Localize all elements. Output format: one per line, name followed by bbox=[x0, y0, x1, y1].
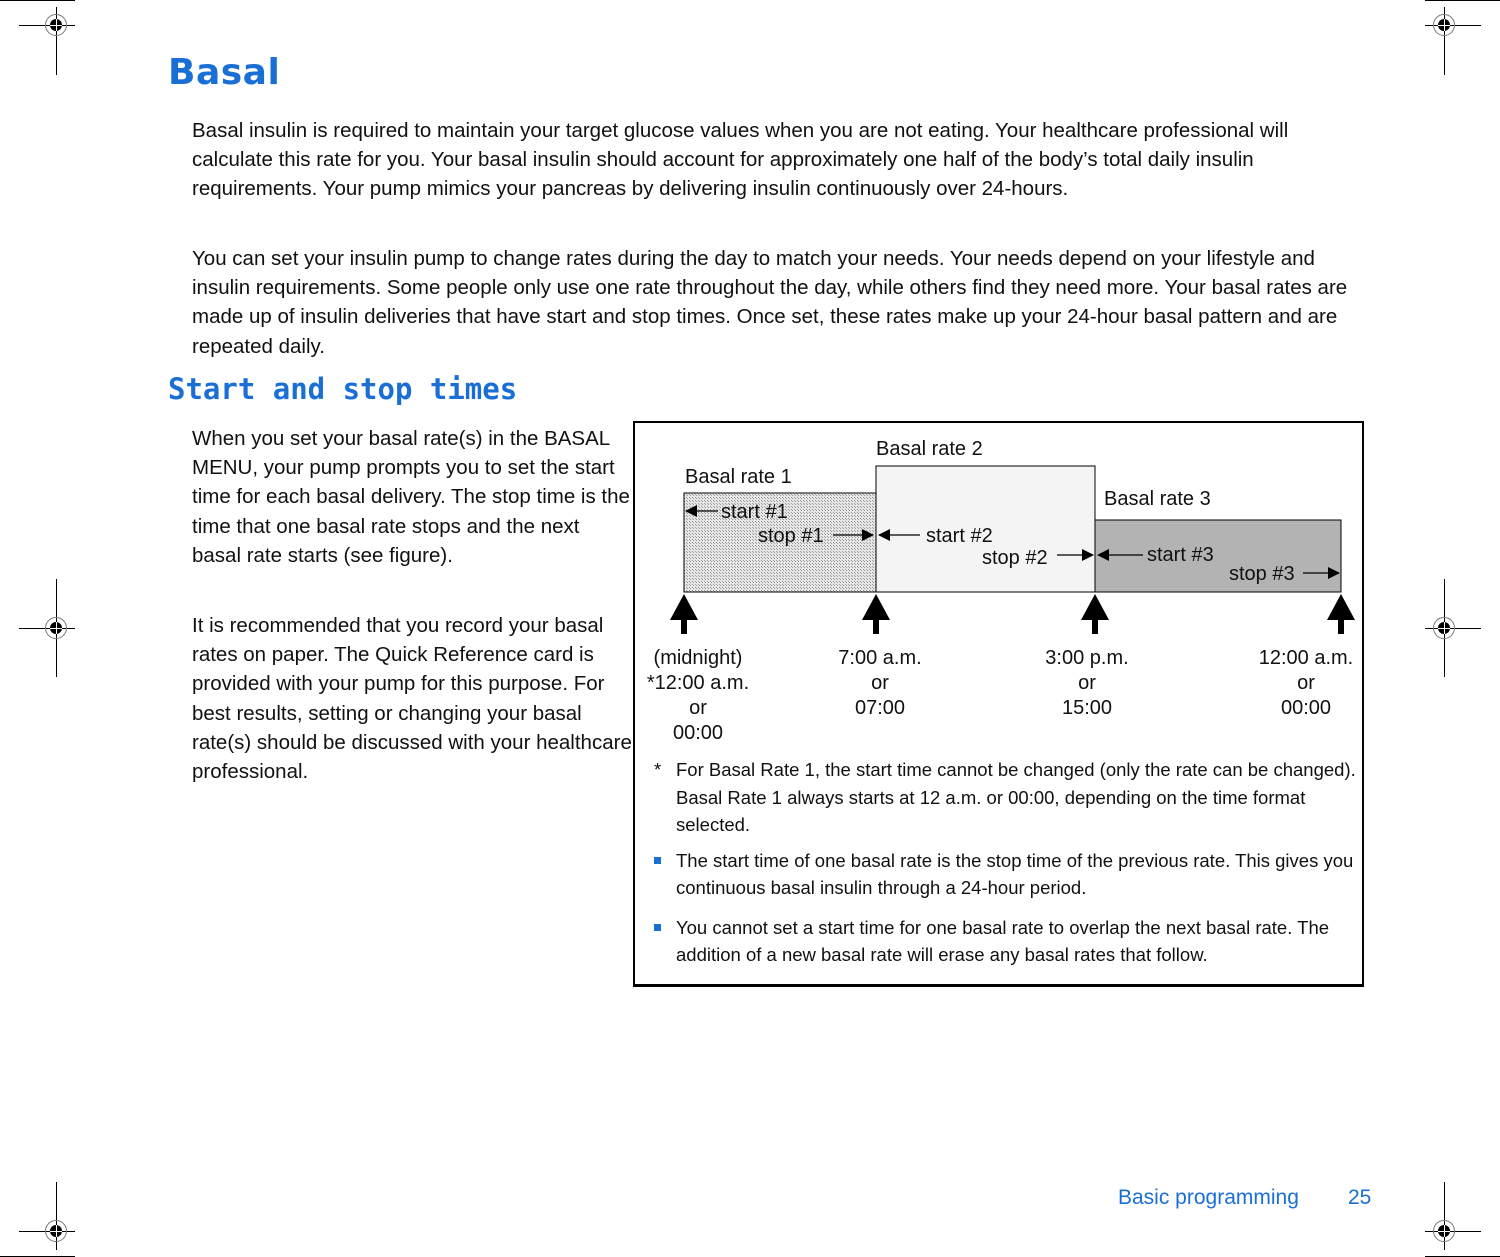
time-marker-arrow bbox=[670, 594, 698, 634]
up-arrow-icon bbox=[1327, 594, 1355, 620]
start-label-1: start #1 bbox=[721, 501, 788, 523]
figure-notes: * For Basal Rate 1, the start time canno… bbox=[648, 756, 1360, 977]
stop-label-1: stop #1 bbox=[758, 525, 824, 547]
up-arrow-icon bbox=[1081, 594, 1109, 620]
time-marker-label: 12:00 a.m. bbox=[1259, 647, 1354, 669]
time-marker-label: 7:00 a.m. bbox=[838, 647, 921, 669]
up-arrow-icon bbox=[862, 594, 890, 620]
time-marker-arrow bbox=[862, 594, 890, 634]
time-marker-arrow bbox=[1327, 594, 1355, 634]
stop-label-3: stop #3 bbox=[1229, 563, 1295, 585]
rate-block-3 bbox=[1094, 519, 1342, 593]
note-text: The start time of one basal rate is the … bbox=[676, 849, 1354, 899]
time-marker-label: 3:00 p.m. bbox=[1045, 647, 1128, 669]
rate-label-3: Basal rate 3 bbox=[1104, 488, 1211, 510]
footer-section-label: Basic programming bbox=[1118, 1186, 1299, 1209]
time-marker-label: 00:00 bbox=[673, 722, 723, 744]
time-marker-label: or bbox=[689, 697, 707, 719]
page-number: 25 bbox=[1348, 1186, 1372, 1209]
asterisk-marker: * bbox=[654, 759, 662, 780]
up-arrow-icon bbox=[670, 594, 698, 620]
note-bullet: You cannot set a start time for one basa… bbox=[648, 914, 1360, 969]
time-marker-label: 07:00 bbox=[855, 697, 905, 719]
bullet-square-icon bbox=[654, 923, 661, 931]
start-label-2: start #2 bbox=[926, 525, 993, 547]
time-marker-label: 15:00 bbox=[1062, 697, 1112, 719]
note-asterisk: * For Basal Rate 1, the start time canno… bbox=[648, 756, 1360, 839]
time-marker-label: *12:00 a.m. bbox=[647, 672, 749, 694]
note-text: For Basal Rate 1, the start time cannot … bbox=[676, 759, 1356, 835]
rate-label-2: Basal rate 2 bbox=[876, 438, 983, 460]
time-marker-label: or bbox=[1078, 672, 1096, 694]
bullet-square-icon bbox=[654, 856, 661, 864]
time-marker-label: or bbox=[1297, 672, 1315, 694]
note-text: You cannot set a start time for one basa… bbox=[676, 916, 1330, 966]
rate-label-1: Basal rate 1 bbox=[685, 466, 792, 488]
start-label-3: start #3 bbox=[1147, 544, 1214, 566]
registration-target-icon bbox=[1433, 1220, 1455, 1242]
time-marker-label: or bbox=[871, 672, 889, 694]
note-bullet: The start time of one basal rate is the … bbox=[648, 847, 1360, 902]
time-marker-arrow bbox=[1081, 594, 1109, 634]
stop-label-2: stop #2 bbox=[982, 547, 1048, 569]
time-marker-label: 00:00 bbox=[1281, 697, 1331, 719]
time-marker-label: (midnight) bbox=[654, 647, 743, 669]
registration-target-icon bbox=[45, 1220, 67, 1242]
